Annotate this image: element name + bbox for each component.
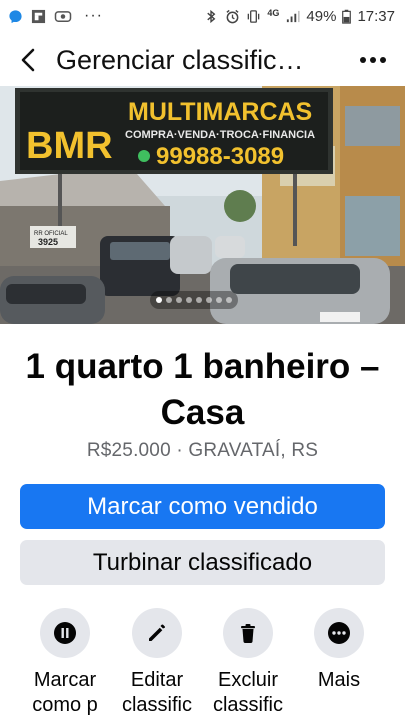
delete-listing-label: Excluir classific: [212, 669, 283, 716]
photo-icon: [54, 10, 72, 22]
flipboard-icon: [31, 9, 46, 23]
app-header: Gerenciar classific…: [0, 34, 405, 86]
delete-listing-action[interactable]: Excluir classific: [203, 608, 293, 718]
more-label: Mais: [317, 669, 361, 691]
vibrate-icon: [248, 9, 260, 23]
pencil-icon: [149, 624, 165, 641]
mark-pending-button[interactable]: [40, 608, 90, 658]
pause-icon: [54, 622, 76, 644]
battery-percent: 49%: [306, 7, 337, 25]
battery-icon: [342, 9, 352, 24]
pager-dot: [226, 297, 232, 303]
more-horizontal-icon: [360, 57, 386, 63]
sign-subtitle: COMPRA·VENDA·TROCA·FINANCIA: [125, 129, 315, 141]
alarm-icon: [226, 9, 239, 23]
more-action[interactable]: Mais: [294, 608, 384, 693]
pager-dot: [166, 297, 172, 303]
signal-icon: [287, 10, 300, 22]
meta-separator: ·: [176, 440, 183, 461]
messenger-icon: [9, 9, 22, 23]
listing-meta: R$25.000 · GRAVATAÍ, RS: [0, 440, 405, 462]
bluetooth-icon: [207, 9, 216, 23]
more-circle-icon: [328, 622, 350, 644]
edit-listing-action[interactable]: Editar classific: [112, 608, 202, 718]
action-row: Marcar como p Editar classific Excluir c…: [0, 608, 405, 720]
back-button[interactable]: [0, 34, 56, 86]
listing-photo[interactable]: BMR MULTIMARCAS COMPRA·VENDA·TROCA·FINAN…: [0, 86, 405, 324]
more-button[interactable]: [314, 608, 364, 658]
pager-dot: [176, 297, 182, 303]
pager-dot: [206, 297, 212, 303]
sign-brand: BMR: [26, 125, 113, 167]
sign-phone: 99988-3089: [156, 143, 284, 170]
more-dots-icon: ···: [84, 7, 103, 24]
pager-dot: [156, 297, 162, 303]
status-bar: ··· 4G 49% 17:37: [0, 0, 405, 32]
mark-pending-label: Marcar como p: [32, 669, 98, 716]
pager-dot: [186, 297, 192, 303]
mark-as-sold-button[interactable]: Marcar como vendido: [20, 484, 385, 529]
listing-price: R$25.000: [86, 440, 171, 461]
pager-dot: [196, 297, 202, 303]
listing-location: GRAVATAÍ, RS: [188, 440, 319, 461]
edit-listing-button[interactable]: [132, 608, 182, 658]
boost-listing-button[interactable]: Turbinar classificado: [20, 540, 385, 585]
pager-dot: [216, 297, 222, 303]
listing-photo-image: BMR MULTIMARCAS COMPRA·VENDA·TROCA·FINAN…: [0, 86, 405, 324]
delete-listing-button[interactable]: [223, 608, 273, 658]
clock: 17:37: [357, 7, 395, 25]
chevron-left-icon: [21, 48, 35, 72]
listing-title: 1 quarto 1 banheiro – Casa: [25, 347, 380, 432]
page-title: Gerenciar classific…: [56, 44, 304, 75]
network-type: 4G: [267, 8, 280, 18]
mark-pending-action[interactable]: Marcar como p: [20, 608, 110, 718]
edit-listing-label: Editar classific: [121, 669, 192, 716]
trash-icon: [241, 624, 255, 643]
sign-title: MULTIMARCAS: [128, 98, 312, 126]
plate-number: 3925: [38, 237, 58, 247]
photo-pager: [150, 291, 238, 309]
more-options-button[interactable]: [355, 42, 391, 78]
